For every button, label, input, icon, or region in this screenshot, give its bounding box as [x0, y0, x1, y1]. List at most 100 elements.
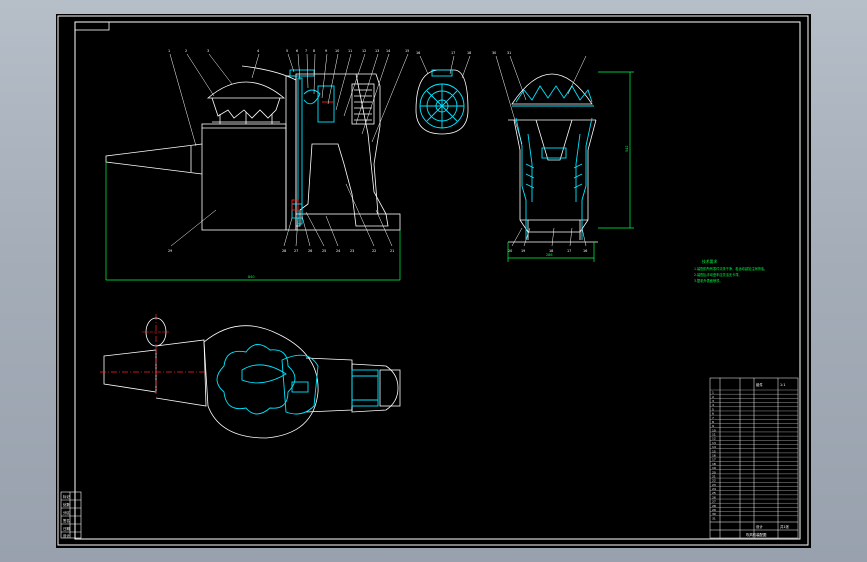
- balloon-28: 28: [282, 249, 286, 253]
- balloon-1: 1: [168, 49, 170, 53]
- rev-label-2: 处数: [63, 502, 70, 507]
- balloon-22: 22: [372, 249, 376, 253]
- balloon-15: 15: [405, 49, 409, 53]
- side-dimensions: [507, 71, 634, 262]
- balloon-29: 29: [168, 249, 172, 253]
- title-block: [709, 377, 799, 539]
- front-cyan-column: [297, 77, 303, 225]
- drawing-canvas: 840 1 2 3 4 5 6 7 8 9 10 11 12 13 14 15 …: [57, 15, 809, 546]
- front-cyan-foot: [291, 203, 303, 219]
- front-inlet-nozzle: [105, 143, 203, 175]
- balloon-18b: 18: [549, 249, 553, 253]
- top-view-cyan: [216, 344, 379, 415]
- inner-frame: [74, 21, 801, 540]
- tech-note-2: 2.装配后手动盘车应灵活无卡滞。: [694, 272, 742, 277]
- balloon-18: 18: [467, 51, 471, 55]
- front-balloons-top: 1 2 3 4 5 6 7 8 9 10 11 12 13 14 15: [168, 49, 409, 53]
- balloon-20: 20: [508, 249, 512, 253]
- balloon-16: 16: [416, 51, 420, 55]
- tech-notes-title: 技术要求: [702, 259, 717, 264]
- front-cyan-impeller: [317, 85, 335, 123]
- title-scale: 1:1: [780, 383, 785, 387]
- side-inner-cone: [535, 119, 573, 161]
- top-nozzle: [103, 349, 157, 393]
- balloon-7: 7: [305, 49, 307, 53]
- top-motor-inner: [351, 369, 379, 407]
- rev-label-6: 设计: [63, 533, 70, 538]
- top-motor: [351, 363, 399, 413]
- impeller-top-slot: [431, 69, 453, 77]
- balloon-8: 8: [313, 49, 315, 53]
- tech-note-1: 1.装配前所有零件清洗干净，各运动副加注润滑油。: [694, 266, 767, 271]
- impeller-cyan: [419, 69, 465, 129]
- front-rear-handle: [356, 73, 381, 215]
- balloon-17: 17: [451, 51, 455, 55]
- side-leaders: [495, 55, 587, 247]
- rev-label-4: 签名: [63, 518, 70, 523]
- balloon-12: 12: [362, 49, 366, 53]
- rev-label-1: 标记: [63, 494, 70, 499]
- front-cover-arc: [241, 65, 297, 81]
- balloon-31: 31: [507, 51, 511, 55]
- top-view: [103, 325, 401, 439]
- balloon-25: 25: [322, 249, 326, 253]
- side-dim-height-label: 542: [625, 146, 629, 152]
- balloon-30: 30: [492, 51, 496, 55]
- balloon-14: 14: [386, 49, 390, 53]
- balloon-27: 27: [294, 249, 298, 253]
- top-view-centerlines: [100, 314, 206, 394]
- drawing-sheet: 840 1 2 3 4 5 6 7 8 9 10 11 12 13 14 15 …: [56, 14, 811, 548]
- front-base: [295, 213, 401, 231]
- title-block-row-number: 31: [712, 516, 716, 520]
- balloon-6: 6: [296, 49, 298, 53]
- front-leaders: [169, 53, 409, 247]
- side-dim-width-label: 286: [546, 253, 552, 257]
- impeller-balloons: 16 17 18: [416, 51, 471, 55]
- balloon-9: 9: [325, 49, 327, 53]
- front-balloons-bottom: 29 28 27 26 25 24 23 22 21: [168, 249, 394, 253]
- front-dimensions: [105, 162, 401, 281]
- balloon-24: 24: [336, 249, 340, 253]
- side-cyan-inner-r: [575, 133, 581, 202]
- balloon-26: 26: [308, 249, 312, 253]
- cad-viewport[interactable]: 840 1 2 3 4 5 6 7 8 9 10 11 12 13 14 15 …: [0, 0, 867, 562]
- rev-label-3: 分区: [63, 510, 70, 515]
- top-motor-cap: [379, 369, 401, 407]
- title-block-row-numbers: 1234567891011121314151617181920212223242…: [712, 391, 716, 521]
- side-cyan-parts: [512, 85, 594, 240]
- front-dome: [206, 81, 286, 99]
- balloon-10: 10: [335, 49, 339, 53]
- top-rotor-blade: [241, 364, 287, 384]
- side-cyan-inner-l: [527, 133, 533, 202]
- impeller-leaders: [419, 55, 471, 79]
- tech-notes: 技术要求 1.装配前所有零件清洗干净，各运动副加注润滑油。 2.装配后手动盘车应…: [694, 259, 767, 283]
- title-sheet: 共1张: [780, 524, 790, 529]
- front-column: [285, 75, 297, 231]
- side-balloons: 30 31 20 19 18 17 16: [492, 51, 587, 253]
- title-drawing-title: 吹风机装配图: [746, 532, 767, 537]
- balloon-5: 5: [286, 49, 288, 53]
- front-dim-label: 840: [248, 275, 254, 279]
- balloon-21: 21: [390, 249, 394, 253]
- balloon-13: 13: [375, 49, 379, 53]
- code-box: [74, 21, 110, 31]
- title-material: 组件: [756, 382, 763, 387]
- balloon-4: 4: [257, 49, 259, 53]
- balloon-19: 19: [521, 249, 525, 253]
- front-box: [201, 123, 287, 231]
- balloon-23: 23: [350, 249, 354, 253]
- top-nozzle-2: [155, 339, 207, 407]
- rev-label-5: 日期: [63, 526, 70, 531]
- title-designer: 设计: [756, 524, 763, 529]
- balloon-17b: 17: [567, 249, 571, 253]
- balloon-16b: 16: [583, 249, 587, 253]
- front-red-bolt: [291, 199, 299, 211]
- balloon-2: 2: [185, 49, 187, 53]
- balloon-11: 11: [348, 49, 352, 53]
- balloon-3: 3: [207, 49, 209, 53]
- side-cyan-fins-r: [573, 163, 583, 189]
- side-cyan-petals: [515, 85, 593, 103]
- side-cyan-fins-l: [525, 163, 535, 189]
- title-block-texts: 吹风机装配图 组件 1:1 共1张 设计: [746, 382, 790, 537]
- tech-note-3: 3.整机外表面喷漆。: [694, 278, 723, 283]
